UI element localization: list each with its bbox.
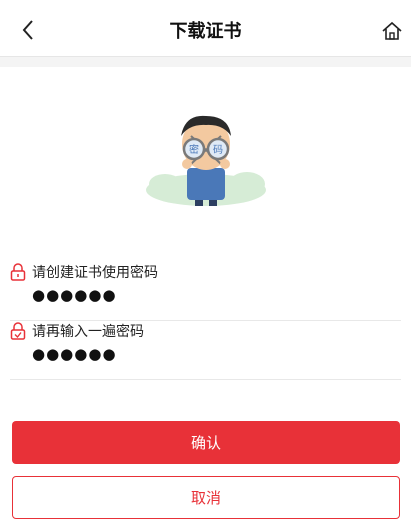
confirm-button[interactable]: 确认 bbox=[12, 421, 400, 464]
navigation-bar: 下载证书 bbox=[0, 0, 411, 57]
back-button[interactable] bbox=[14, 16, 42, 44]
page-title: 下载证书 bbox=[169, 21, 242, 42]
lens-right-text: 码 bbox=[213, 144, 223, 156]
create-password-field[interactable]: 请创建证书使用密码 ●●●●●● bbox=[10, 262, 401, 321]
chevron-left-icon bbox=[22, 20, 33, 40]
lens-left-text: 密 bbox=[189, 143, 199, 156]
lock-icon bbox=[10, 263, 26, 281]
password-character-illustration: 密 码 bbox=[146, 115, 266, 206]
confirm-password-label: 请再输入一遍密码 bbox=[32, 324, 144, 340]
section-divider bbox=[0, 57, 411, 67]
lock-check-icon bbox=[10, 322, 26, 340]
home-icon[interactable] bbox=[381, 20, 403, 42]
create-password-input[interactable]: ●●●●●● bbox=[32, 286, 117, 304]
cancel-button[interactable]: 取消 bbox=[12, 476, 400, 519]
create-password-label: 请创建证书使用密码 bbox=[32, 265, 158, 281]
confirm-password-field[interactable]: 请再输入一遍密码 ●●●●●● bbox=[10, 321, 401, 380]
confirm-password-input[interactable]: ●●●●●● bbox=[32, 345, 117, 363]
